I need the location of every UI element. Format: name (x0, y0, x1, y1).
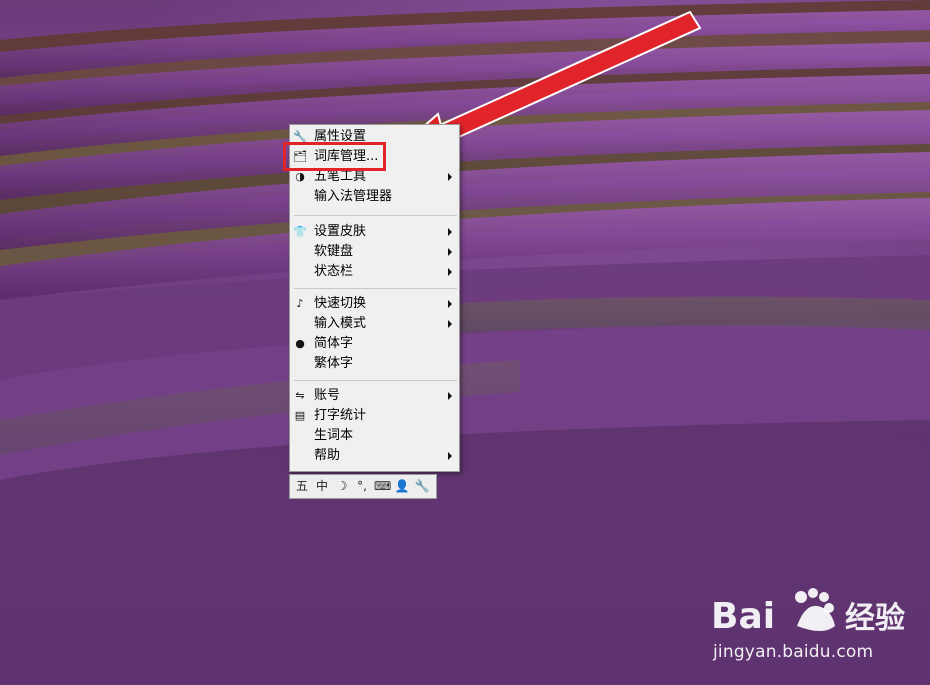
menu-item-label: 繁体字 (314, 356, 354, 371)
submenu-arrow-icon (448, 300, 452, 308)
menu-item-label: 打字统计 (314, 408, 367, 423)
menu-item-quick-switch[interactable]: ♪ 快速切换 (291, 294, 458, 314)
account-icon: ⇋ (295, 389, 305, 402)
wrench-icon[interactable]: 🔧 (414, 478, 430, 494)
menu-separator (294, 288, 457, 289)
menu-item-label: 账号 (314, 388, 341, 403)
punctuation-icon[interactable]: °, (354, 478, 370, 494)
menu-item-help[interactable]: 帮助 (291, 446, 458, 466)
baidu-jingyan-watermark: Bai 经验 jingyan.baidu.com (705, 584, 925, 674)
keyboard-icon[interactable]: ⌨ (374, 478, 391, 494)
menu-item-label: 快速切换 (314, 296, 367, 311)
ime-logo-icon[interactable]: 五 (294, 478, 310, 494)
ime-context-menu: 🔧 属性设置 🗂 词库管理... ◑ 五笔工具 输入法管理器 👕 设置皮肤 软键… (289, 124, 460, 472)
dot-icon: ● (295, 337, 305, 350)
menu-item-account[interactable]: ⇋ 账号 (291, 386, 458, 406)
menu-item-ime-manager[interactable]: 输入法管理器 (291, 187, 458, 207)
user-icon[interactable]: 👤 (394, 478, 410, 494)
submenu-arrow-icon (448, 248, 452, 256)
moon-icon[interactable]: ☽ (334, 478, 350, 494)
menu-item-label: 输入法管理器 (314, 189, 393, 204)
menu-item-typing-stats[interactable]: ▤ 打字统计 (291, 406, 458, 426)
menu-item-label: 简体字 (314, 336, 354, 351)
menu-item-label: 帮助 (314, 448, 341, 463)
menu-item-skin-settings[interactable]: 👕 设置皮肤 (291, 222, 458, 242)
submenu-arrow-icon (448, 228, 452, 236)
watermark-logo-text: Bai (711, 596, 775, 637)
submenu-arrow-icon (448, 173, 452, 181)
menu-item-label: 输入模式 (314, 316, 367, 331)
submenu-arrow-icon (448, 392, 452, 400)
switch-icon: ♪ (296, 297, 304, 310)
menu-separator (294, 215, 457, 216)
menu-item-simplified[interactable]: ● 简体字 (291, 334, 458, 354)
menu-item-traditional[interactable]: 繁体字 (291, 354, 458, 374)
menu-item-label: 软键盘 (314, 244, 354, 259)
baidu-logo: Bai 经验 (711, 588, 905, 637)
stats-icon: ▤ (294, 409, 306, 422)
ime-status-toolbar: 五 中 ☽ °, ⌨ 👤 🔧 (289, 474, 437, 499)
submenu-arrow-icon (448, 452, 452, 460)
menu-item-word-book[interactable]: 生词本 (291, 426, 458, 446)
submenu-arrow-icon (448, 320, 452, 328)
submenu-arrow-icon (448, 268, 452, 276)
menu-item-label: 状态栏 (314, 264, 354, 279)
menu-item-label: 设置皮肤 (314, 224, 367, 239)
watermark-logo-text2: 经验 (845, 601, 905, 636)
menu-separator (294, 380, 457, 381)
red-highlight-box (283, 142, 386, 171)
desktop-background (0, 0, 930, 685)
menu-item-soft-keyboard[interactable]: 软键盘 (291, 242, 458, 262)
menu-item-input-mode[interactable]: 输入模式 (291, 314, 458, 334)
shirt-icon: 👕 (293, 225, 307, 238)
lavender-field-image (0, 0, 930, 685)
menu-item-status-bar[interactable]: 状态栏 (291, 262, 458, 282)
menu-item-label: 生词本 (314, 428, 354, 443)
watermark-url: jingyan.baidu.com (713, 642, 874, 662)
chinese-mode-icon[interactable]: 中 (314, 478, 330, 494)
tools-icon: ◑ (295, 170, 305, 183)
